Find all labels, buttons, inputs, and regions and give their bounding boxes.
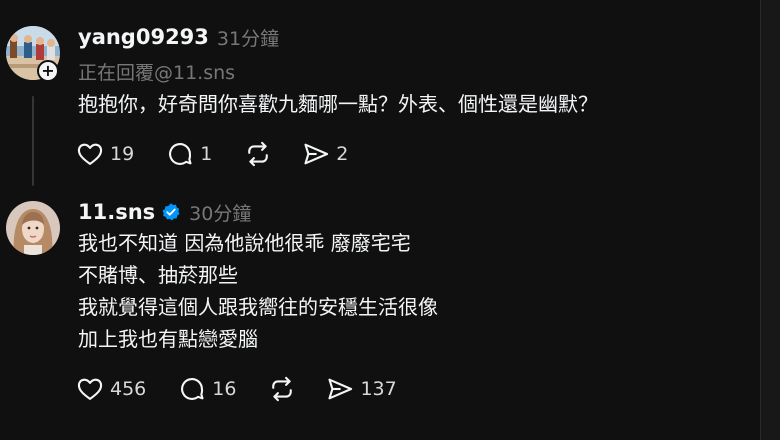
like-count: 19 — [110, 143, 135, 165]
action-bar: 456 16 137 — [76, 375, 429, 403]
thread-line — [32, 96, 34, 186]
share-count: 2 — [336, 143, 349, 165]
post-header: yang09293 31分鐘 — [78, 22, 279, 52]
thread: + yang09293 31分鐘 正在回覆@11.sns 抱抱你，好奇問你喜歡九… — [0, 0, 760, 440]
share-icon — [328, 378, 353, 400]
repost-button[interactable] — [244, 140, 272, 168]
post-text-line: 加上我也有點戀愛腦 — [78, 327, 258, 351]
timestamp[interactable]: 30分鐘 — [189, 199, 251, 226]
reply-count: 1 — [200, 143, 213, 165]
post-text: 我也不知道 因為他說他很乖 廢廢宅宅 不賭博、抽菸那些 我就覺得這個人跟我嚮往的… — [78, 227, 438, 355]
heart-icon — [77, 378, 103, 400]
like-count: 456 — [110, 378, 147, 400]
replying-to[interactable]: 正在回覆@11.sns — [78, 58, 235, 85]
share-button[interactable]: 2 — [302, 140, 348, 168]
heart-icon — [77, 143, 103, 165]
post-text-line: 不賭博、抽菸那些 — [78, 263, 238, 287]
share-count: 137 — [360, 378, 397, 400]
verified-badge-icon — [162, 203, 180, 221]
avatar[interactable] — [6, 201, 60, 255]
share-icon — [304, 143, 329, 165]
reply-count: 16 — [212, 378, 237, 400]
like-button[interactable]: 19 — [76, 140, 134, 168]
like-button[interactable]: 456 — [76, 375, 146, 403]
follow-plus-icon[interactable]: + — [37, 60, 59, 82]
post-header: 11.sns 30分鐘 — [78, 197, 251, 227]
scrollbar-track[interactable] — [760, 0, 780, 440]
reply-button[interactable]: 16 — [178, 375, 236, 403]
repost-button[interactable] — [268, 375, 296, 403]
reply-button[interactable]: 1 — [166, 140, 212, 168]
repost-icon — [272, 376, 293, 402]
post-text-line: 抱抱你，好奇問你喜歡九麵哪一點？外表、個性還是幽默？ — [78, 92, 598, 116]
post-text: 抱抱你，好奇問你喜歡九麵哪一點？外表、個性還是幽默？ — [78, 88, 598, 120]
timestamp[interactable]: 31分鐘 — [217, 24, 279, 51]
share-button[interactable]: 137 — [326, 375, 397, 403]
action-bar: 19 1 2 — [76, 140, 380, 168]
username[interactable]: 11.sns — [78, 200, 155, 224]
post-text-line: 我也不知道 因為他說他很乖 廢廢宅宅 — [78, 231, 411, 255]
repost-icon — [248, 141, 269, 167]
username[interactable]: yang09293 — [78, 25, 209, 49]
comment-icon — [181, 378, 204, 400]
post-text-line: 我就覺得這個人跟我嚮往的安穩生活很像 — [78, 295, 438, 319]
comment-icon — [169, 143, 192, 165]
